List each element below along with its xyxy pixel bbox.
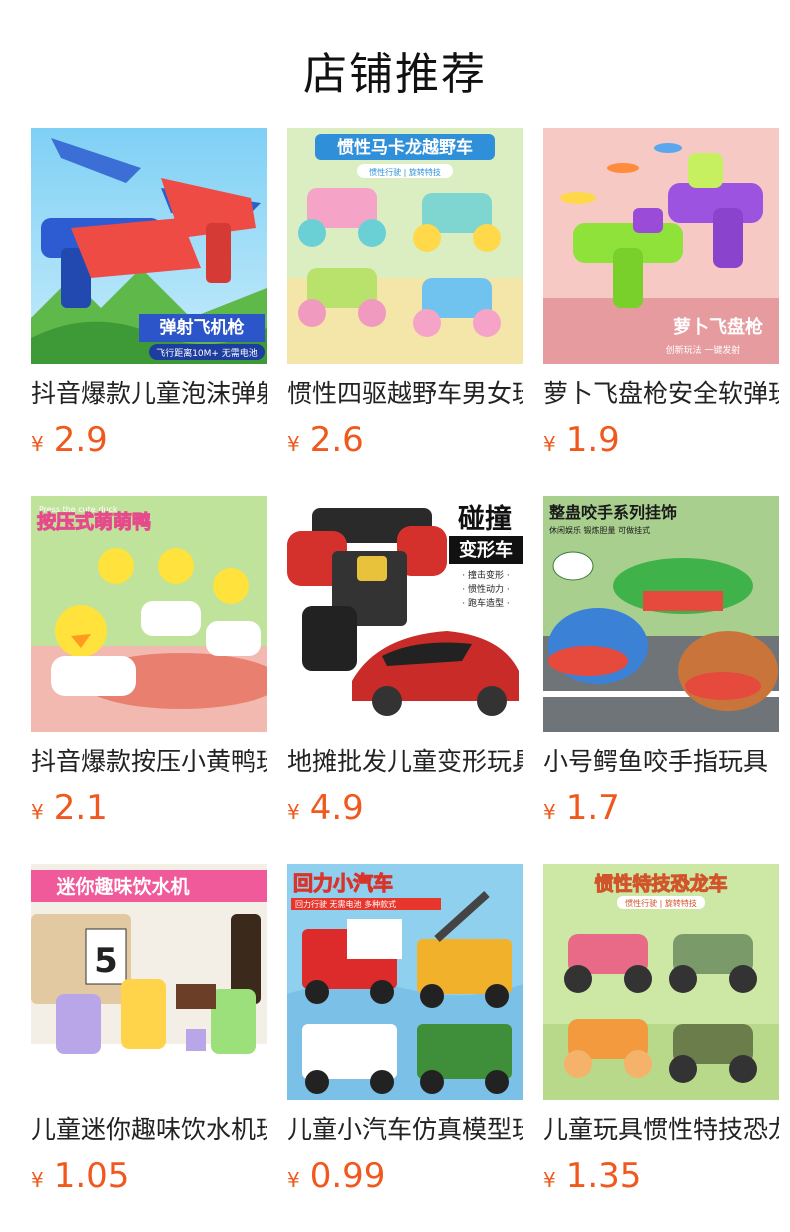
currency-symbol: ¥ <box>287 1168 300 1192</box>
product-card[interactable]: Press the cute duck 按压式萌萌鸭 抖音爆款按压小黄鸭玩具 ¥… <box>31 496 267 828</box>
image-caption: 惯性特技恐龙车 <box>594 872 727 895</box>
currency-symbol: ¥ <box>31 800 44 824</box>
product-name[interactable]: 地摊批发儿童变形玩具车 <box>287 746 523 778</box>
product-name[interactable]: 抖音爆款儿童泡沫弹射飞机枪 <box>31 378 267 410</box>
product-card[interactable]: 惯性特技恐龙车 惯性行驶 | 旋转特技 儿童玩具惯性特技恐龙车 ¥1.35 <box>543 864 779 1196</box>
image-caption: 回力小汽车 <box>293 871 393 895</box>
currency-symbol: ¥ <box>31 432 44 456</box>
image-subcaption: 5 <box>94 941 118 981</box>
price-value: 4.9 <box>309 788 364 828</box>
price-value: 1.05 <box>53 1156 130 1196</box>
product-image[interactable]: 惯性特技恐龙车 惯性行驶 | 旋转特技 <box>543 864 779 1100</box>
product-card[interactable]: 回力小汽车 回力行驶 无需电池 多种款式 儿童小汽车仿真模型玩具 ¥0.99 <box>287 864 523 1196</box>
product-image[interactable]: 弹射飞机枪 飞行距离10M+ 无需电池 <box>31 128 267 364</box>
image-subcaption: 飞行距离10M+ 无需电池 <box>156 347 258 359</box>
product-name[interactable]: 萝卜飞盘枪安全软弹玩具 <box>543 378 779 410</box>
image-caption: 碰撞 <box>458 503 512 535</box>
price-value: 0.99 <box>309 1156 386 1196</box>
product-card[interactable]: 萝卜飞盘枪 创新玩法 一键发射 萝卜飞盘枪安全软弹玩具 ¥1.9 <box>543 128 779 460</box>
currency-symbol: ¥ <box>287 800 300 824</box>
product-image[interactable]: 碰撞 变形车 · 撞击变形 · · 惯性动力 · · 跑车造型 · <box>287 496 523 732</box>
image-subcaption: 惯性行驶 | 旋转特技 <box>369 167 441 177</box>
image-point: · 惯性动力 · <box>462 583 509 595</box>
image-subcaption: 惯性行驶 | 旋转特技 <box>625 898 697 908</box>
price-value: 2.9 <box>53 420 108 460</box>
product-name[interactable]: 儿童玩具惯性特技恐龙车 <box>543 1114 779 1146</box>
image-point: · 撞击变形 · <box>462 569 509 581</box>
product-card[interactable]: 整蛊咬手系列挂饰 休闲娱乐 锻炼胆量 可做挂式 小号鳄鱼咬手指玩具 ¥1.7 <box>543 496 779 828</box>
product-name[interactable]: 小号鳄鱼咬手指玩具 <box>543 746 779 778</box>
product-name[interactable]: 儿童迷你趣味饮水机玩具 <box>31 1114 267 1146</box>
product-card[interactable]: 迷你趣味饮水机 5 儿童迷你趣味饮水机玩具 ¥1.05 <box>31 864 267 1196</box>
product-price: ¥1.7 <box>543 788 779 828</box>
product-image[interactable]: 惯性马卡龙越野车 惯性行驶 | 旋转特技 <box>287 128 523 364</box>
price-value: 1.35 <box>565 1156 642 1196</box>
image-caption: 惯性马卡龙越野车 <box>337 137 473 158</box>
currency-symbol: ¥ <box>543 432 556 456</box>
product-image[interactable]: 萝卜飞盘枪 创新玩法 一键发射 <box>543 128 779 364</box>
product-name[interactable]: 儿童小汽车仿真模型玩具 <box>287 1114 523 1146</box>
image-point: · 跑车造型 · <box>462 597 509 609</box>
product-price: ¥1.05 <box>31 1156 267 1196</box>
product-name[interactable]: 惯性四驱越野车男女玩具 <box>287 378 523 410</box>
price-value: 2.6 <box>309 420 364 460</box>
image-caption: 整蛊咬手系列挂饰 <box>548 503 677 522</box>
image-subcaption: 回力行驶 无需电池 多种款式 <box>295 899 396 909</box>
currency-symbol: ¥ <box>31 1168 44 1192</box>
image-subcaption: 创新玩法 一键发射 <box>666 344 741 356</box>
product-image[interactable]: 整蛊咬手系列挂饰 休闲娱乐 锻炼胆量 可做挂式 <box>543 496 779 732</box>
image-caption: 按压式萌萌鸭 <box>37 510 151 533</box>
image-caption: 迷你趣味饮水机 <box>55 875 189 898</box>
product-price: ¥1.9 <box>543 420 779 460</box>
product-card[interactable]: 惯性马卡龙越野车 惯性行驶 | 旋转特技 惯性四驱越野车男女玩具 ¥2.6 <box>287 128 523 460</box>
product-image[interactable]: 迷你趣味饮水机 5 <box>31 864 267 1100</box>
currency-symbol: ¥ <box>543 1168 556 1192</box>
image-subcaption: 休闲娱乐 锻炼胆量 可做挂式 <box>549 525 650 535</box>
product-price: ¥4.9 <box>287 788 523 828</box>
product-image[interactable]: Press the cute duck 按压式萌萌鸭 <box>31 496 267 732</box>
product-card[interactable]: 弹射飞机枪 飞行距离10M+ 无需电池 抖音爆款儿童泡沫弹射飞机枪 ¥2.9 <box>31 128 267 460</box>
image-caption: 萝卜飞盘枪 <box>673 316 763 338</box>
page-title: 店铺推荐 <box>303 49 487 100</box>
price-value: 1.7 <box>565 788 620 828</box>
product-price: ¥1.35 <box>543 1156 779 1196</box>
currency-symbol: ¥ <box>543 800 556 824</box>
product-name[interactable]: 抖音爆款按压小黄鸭玩具 <box>31 746 267 778</box>
product-image[interactable]: 回力小汽车 回力行驶 无需电池 多种款式 <box>287 864 523 1100</box>
product-price: ¥2.9 <box>31 420 267 460</box>
price-value: 2.1 <box>53 788 108 828</box>
currency-symbol: ¥ <box>287 432 300 456</box>
image-subcaption: 变形车 <box>459 539 513 561</box>
product-card[interactable]: 碰撞 变形车 · 撞击变形 · · 惯性动力 · · 跑车造型 · 地摊批发儿童… <box>287 496 523 828</box>
product-price: ¥0.99 <box>287 1156 523 1196</box>
image-caption: 弹射飞机枪 <box>160 317 245 338</box>
price-value: 1.9 <box>565 420 620 460</box>
product-price: ¥2.1 <box>31 788 267 828</box>
product-price: ¥2.6 <box>287 420 523 460</box>
